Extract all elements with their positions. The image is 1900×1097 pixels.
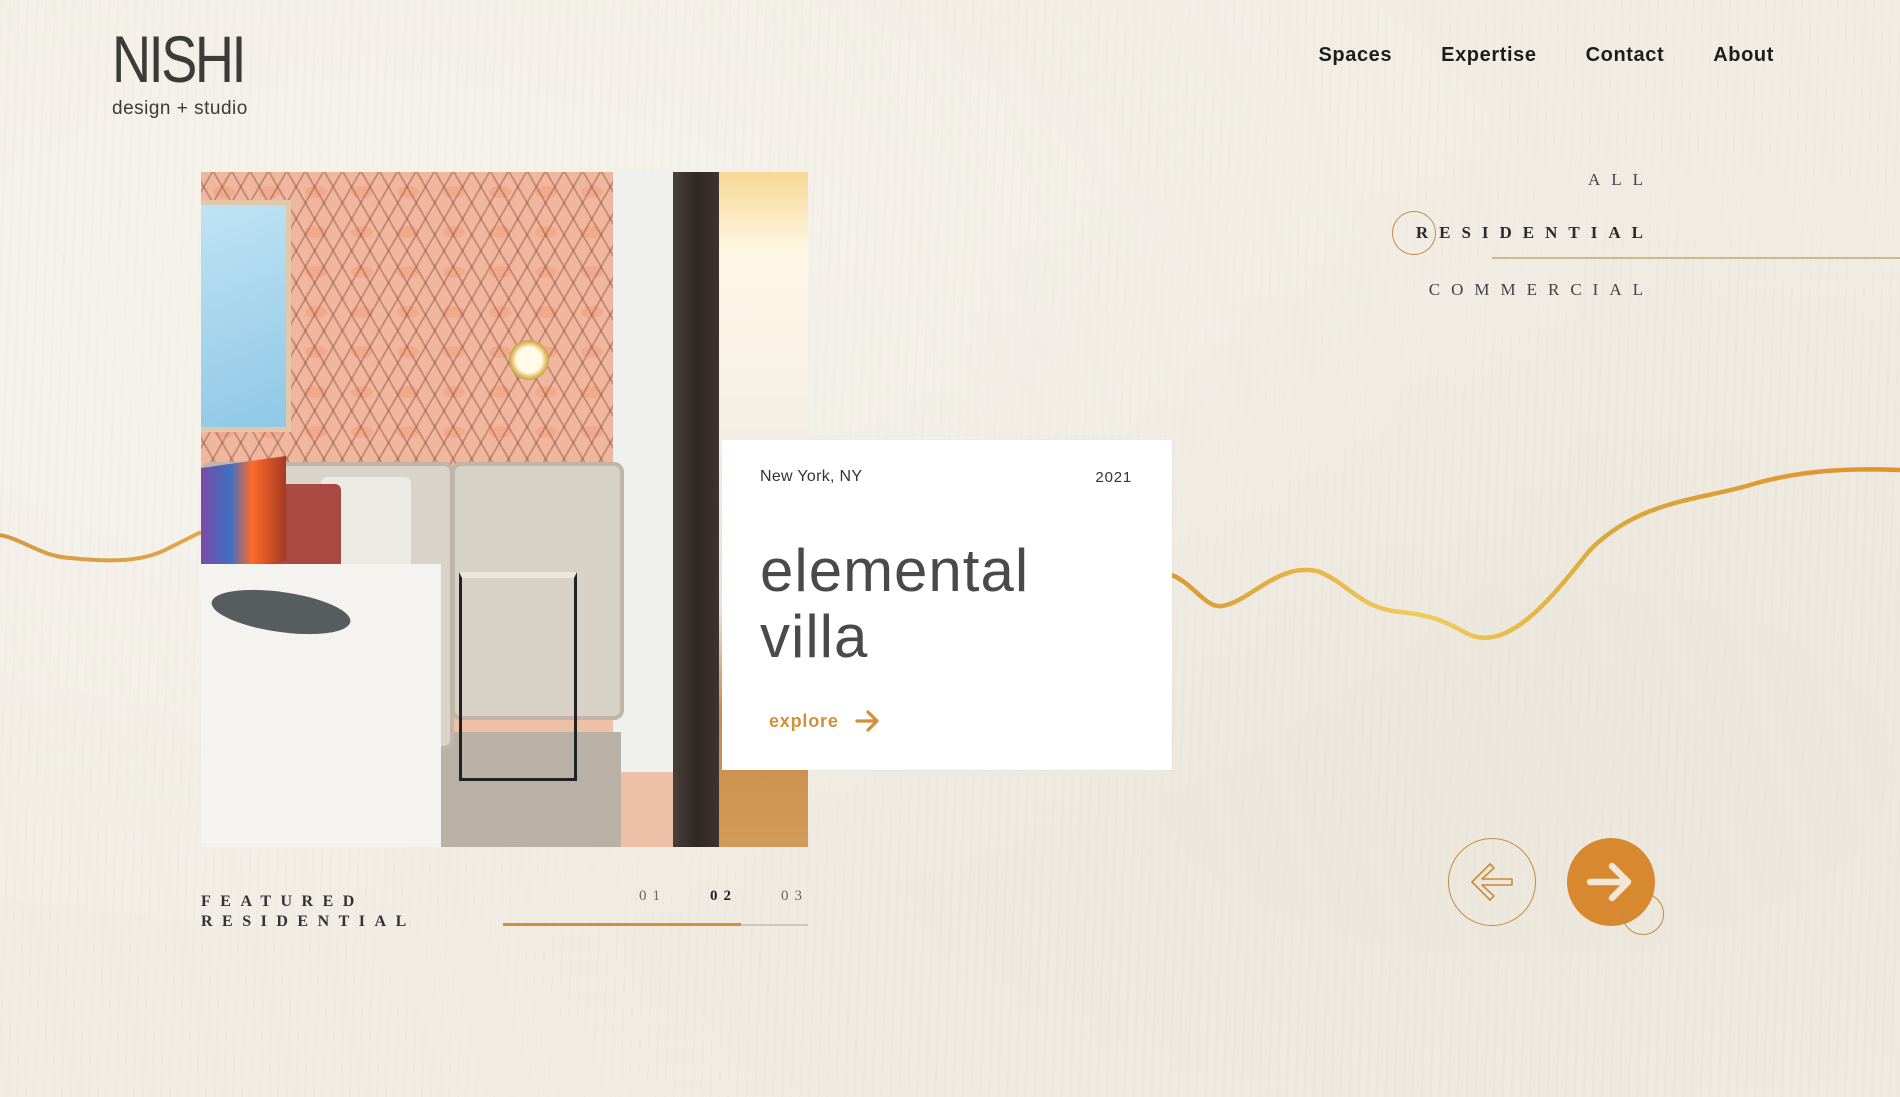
project-location: New York, NY [760, 468, 863, 485]
section-label: FEATURED RESIDENTIAL [201, 892, 416, 932]
arrow-left-icon [1471, 863, 1513, 901]
nav-expertise[interactable]: Expertise [1441, 44, 1536, 67]
explore-label: explore [769, 710, 839, 731]
logo-tagline: design + studio [112, 98, 248, 119]
pager-numbers: 01 02 03 [503, 888, 808, 905]
wall-art [201, 200, 291, 432]
pillow-striped [201, 456, 286, 573]
section-label-line1: FEATURED [201, 893, 364, 910]
filter-all[interactable]: ALL [1416, 170, 1654, 190]
brand-logo[interactable]: NISHI design + studio [112, 26, 273, 120]
nav-contact[interactable]: Contact [1586, 44, 1665, 67]
arrow-right-icon [855, 710, 879, 732]
next-button-ring-decoration [1622, 893, 1664, 935]
pager-item-02[interactable]: 02 [710, 888, 737, 905]
filter-residential[interactable]: RESIDENTIAL [1391, 211, 1654, 255]
filter-commercial[interactable]: COMMERCIAL [1416, 280, 1654, 300]
nav-about[interactable]: About [1713, 44, 1774, 67]
explore-link[interactable]: explore [769, 710, 881, 732]
main-nav: Spaces Expertise Contact About [1318, 44, 1774, 67]
pager-progress [503, 923, 741, 926]
project-year: 2021 [1095, 469, 1132, 486]
prev-button[interactable] [1448, 838, 1536, 926]
pager-item-01[interactable]: 01 [639, 888, 666, 905]
nightstand [459, 572, 577, 781]
project-title: elemental villa [760, 538, 1029, 670]
wall-sconce [509, 340, 549, 380]
slide-pager: 01 02 03 [503, 888, 808, 926]
nav-spaces[interactable]: Spaces [1318, 44, 1392, 67]
active-indicator-circle [1391, 211, 1436, 255]
category-filters: ALL RESIDENTIAL COMMERCIAL [1391, 170, 1654, 300]
filter-residential-label: RESIDENTIAL [1415, 223, 1654, 242]
section-label-line2: RESIDENTIAL [201, 913, 416, 930]
project-title-line1: elemental [760, 537, 1030, 604]
project-title-line2: villa [760, 603, 869, 670]
pager-item-03[interactable]: 03 [781, 888, 808, 905]
project-card: New York, NY 2021 elemental villa explor… [722, 440, 1172, 770]
project-photo[interactable] [201, 172, 808, 847]
active-filter-underline [1492, 257, 1900, 259]
logo-wordmark: NISHI [112, 22, 247, 96]
door-frame [673, 172, 719, 847]
